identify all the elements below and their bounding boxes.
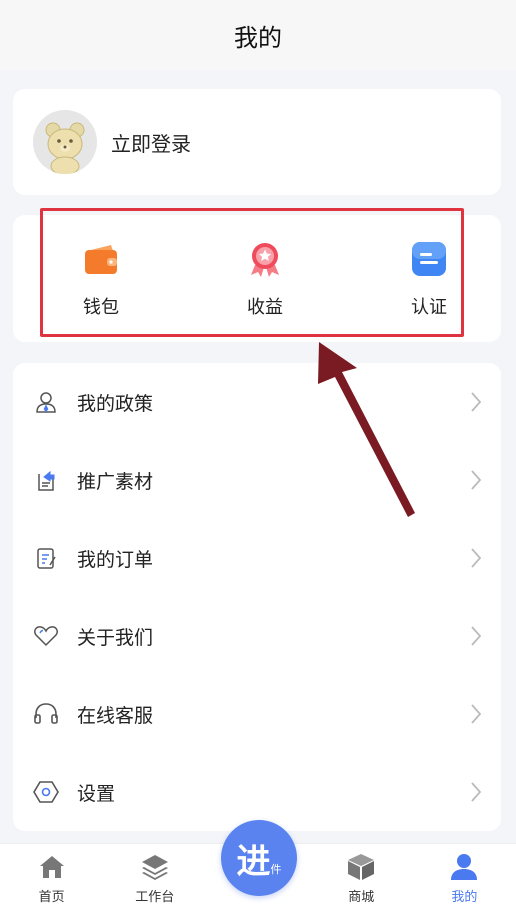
tab-workbench[interactable]: 工作台 [103, 844, 206, 905]
chevron-right-icon [471, 626, 482, 646]
wallet-icon [79, 237, 123, 281]
id-card-icon [407, 237, 451, 281]
verify-button[interactable]: 认证 [399, 215, 459, 342]
earnings-label: 收益 [247, 297, 283, 318]
chevron-right-icon [471, 704, 482, 724]
menu-item-orders[interactable]: 我的订单 [13, 519, 501, 597]
wallet-button[interactable]: 钱包 [71, 215, 131, 342]
menu-card: 我的政策 推广素材 我的订单 关于我们 在线客服 设置 [13, 363, 501, 831]
layers-icon [140, 852, 170, 882]
tab-label: 我的 [451, 890, 478, 905]
center-button-sub-text: 件 [270, 863, 282, 876]
chevron-right-icon [471, 392, 482, 412]
tab-label: 工作台 [135, 890, 175, 905]
page-title: 我的 [234, 23, 282, 52]
order-icon [33, 545, 59, 571]
settings-icon [33, 779, 59, 805]
quick-actions-card: 钱包 收益 认证 [13, 215, 501, 342]
menu-item-policy[interactable]: 我的政策 [13, 363, 501, 441]
home-icon [37, 852, 67, 882]
medal-icon [243, 237, 287, 281]
verify-label: 认证 [411, 297, 447, 318]
tab-label: 首页 [38, 890, 65, 905]
chevron-right-icon [471, 548, 482, 568]
heart-icon [33, 623, 59, 649]
menu-item-support[interactable]: 在线客服 [13, 675, 501, 753]
menu-item-materials[interactable]: 推广素材 [13, 441, 501, 519]
share-material-icon [33, 467, 59, 493]
center-action-button[interactable]: 进 件 [221, 820, 297, 896]
menu-label: 我的政策 [77, 392, 154, 415]
menu-label: 关于我们 [77, 626, 154, 649]
wallet-label: 钱包 [83, 297, 119, 318]
tab-mall[interactable]: 商城 [310, 844, 413, 905]
menu-label: 设置 [77, 782, 116, 805]
center-button-main-text: 进 [236, 841, 271, 882]
chevron-right-icon [471, 782, 482, 802]
box-icon [346, 852, 376, 882]
tab-mine[interactable]: 我的 [413, 844, 516, 905]
login-link[interactable]: 立即登录 [111, 128, 191, 157]
login-card[interactable]: 立即登录 [13, 89, 501, 195]
user-policy-icon [33, 389, 59, 415]
menu-label: 我的订单 [77, 548, 154, 571]
chevron-right-icon [471, 470, 482, 490]
headset-icon [33, 701, 59, 727]
tab-label: 商城 [348, 890, 375, 905]
person-icon [449, 852, 479, 882]
menu-label: 推广素材 [77, 470, 154, 493]
header: 我的 [0, 0, 516, 70]
menu-item-about[interactable]: 关于我们 [13, 597, 501, 675]
earnings-button[interactable]: 收益 [235, 215, 295, 342]
menu-label: 在线客服 [77, 704, 154, 727]
bear-avatar-icon[interactable] [33, 110, 97, 174]
tab-home[interactable]: 首页 [0, 844, 103, 905]
